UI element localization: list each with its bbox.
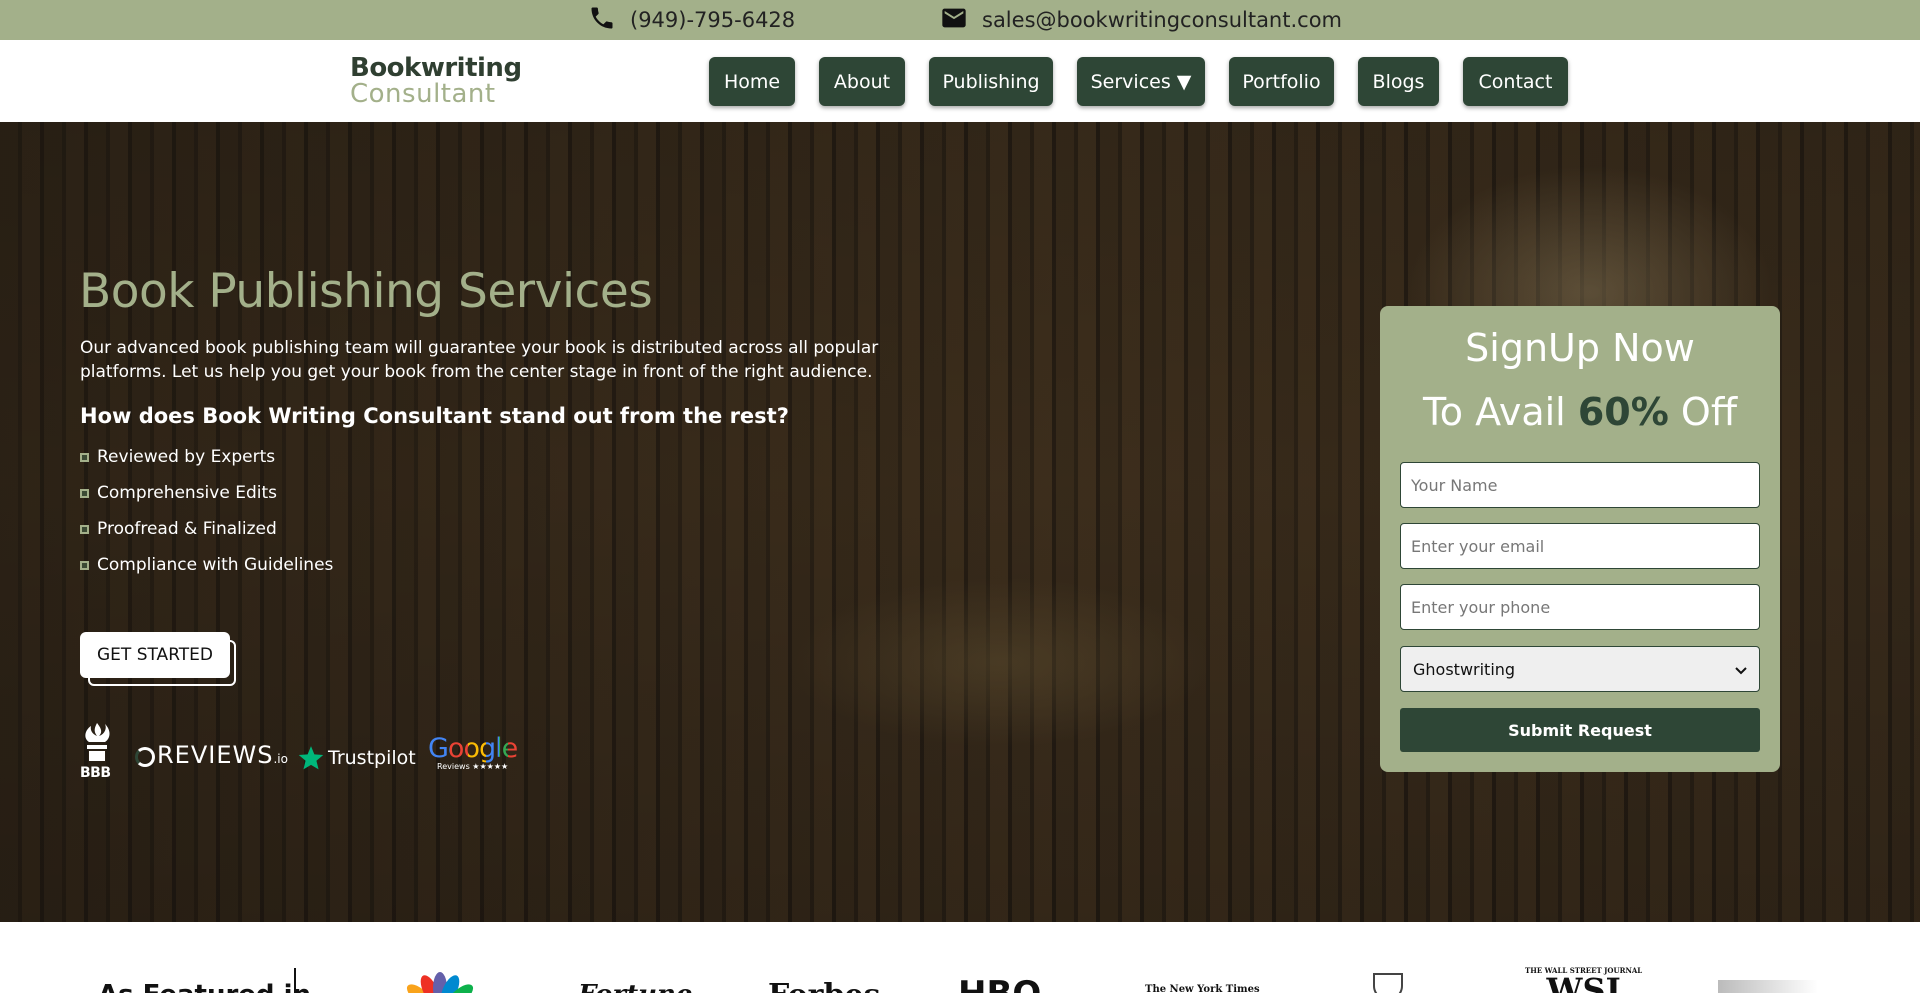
feature-label: Compliance with Guidelines	[97, 555, 334, 575]
nbc-peacock-icon	[406, 972, 474, 993]
reviews-text: REVIEWS	[157, 741, 274, 769]
hero-title: Book Publishing Services	[79, 264, 653, 319]
bbb-text: BBB	[80, 765, 111, 781]
signup-title: SignUp Now	[1465, 326, 1695, 370]
harvard-logo	[1370, 972, 1406, 993]
checkbox-bullet-icon	[80, 488, 89, 498]
hero-description: Our advanced book publishing team will g…	[80, 338, 879, 382]
reviews-ring-icon	[135, 747, 155, 767]
featured-divider	[294, 968, 296, 993]
hero-section: Book Publishing Services Our advanced bo…	[0, 122, 1920, 922]
nav-publishing[interactable]: Publishing	[929, 57, 1053, 106]
feature-label: Reviewed by Experts	[97, 447, 276, 467]
offer-discount: 60%	[1577, 390, 1669, 434]
nav-about[interactable]: About	[819, 57, 905, 106]
top-contact-bar: (949)-795-6428 sales@bookwritingconsulta…	[0, 0, 1920, 40]
signup-form: SignUp Now To Avail 60% Off Ghostwriting…	[1380, 306, 1780, 772]
signup-offer: To Avail 60% Off	[1380, 390, 1780, 434]
phone-input[interactable]	[1400, 584, 1760, 630]
nyt-logo: The New York Times	[1145, 984, 1260, 993]
wsj-text: WSJ	[1546, 971, 1621, 993]
site-logo[interactable]: Bookwriting Consultant	[350, 53, 522, 109]
name-input[interactable]	[1400, 462, 1760, 508]
offer-suffix: Off	[1680, 390, 1737, 434]
phone-number: (949)-795-6428	[630, 8, 796, 32]
nav-portfolio[interactable]: Portfolio	[1229, 57, 1334, 106]
submit-request-button[interactable]: Submit Request	[1400, 708, 1760, 752]
get-started-button[interactable]: GET STARTED	[80, 632, 230, 678]
service-select[interactable]: Ghostwriting	[1400, 646, 1760, 692]
nav-contact[interactable]: Contact	[1463, 57, 1568, 106]
checkbox-bullet-icon	[80, 452, 89, 462]
trustpilot-text: Trustpilot	[328, 747, 416, 769]
forbes-logo: Forbes	[768, 978, 880, 993]
reviews-suffix: .io	[273, 752, 288, 766]
feature-label: Comprehensive Edits	[97, 483, 277, 503]
nav-home[interactable]: Home	[709, 57, 795, 106]
featured-label: As Featured in	[98, 980, 311, 993]
checkbox-bullet-icon	[80, 524, 89, 534]
fortune-logo: Fortune	[578, 980, 692, 993]
service-selected-value: Ghostwriting	[1413, 659, 1516, 679]
featured-in-strip: As Featured in Fortune Forbes HBO The Ne…	[0, 922, 1920, 993]
feature-item: Reviewed by Experts	[80, 447, 275, 467]
phone-icon	[588, 4, 616, 37]
harvard-shield-icon	[1373, 973, 1403, 993]
faded-logo	[1718, 980, 1818, 993]
nav-blogs[interactable]: Blogs	[1358, 57, 1439, 106]
feature-item: Comprehensive Edits	[80, 483, 277, 503]
wsj-logo: THE WALL STREET JOURNAL WSJ	[1525, 966, 1642, 993]
google-reviews-badge[interactable]: Google Reviews ★★★★★	[428, 733, 518, 772]
bbb-badge[interactable]: BBB	[80, 723, 114, 781]
bbb-torch-icon	[85, 723, 110, 761]
email-address: sales@bookwritingconsultant.com	[982, 8, 1343, 32]
reviews-io-badge[interactable]: REVIEWS .io	[135, 741, 288, 769]
trustpilot-badge[interactable]: Trustpilot	[298, 745, 416, 771]
trustpilot-star-icon	[298, 746, 324, 770]
email-contact[interactable]: sales@bookwritingconsultant.com	[940, 0, 1342, 40]
email-input[interactable]	[1400, 523, 1760, 569]
google-sub-text: Reviews ★★★★★	[437, 762, 509, 771]
mail-icon	[940, 4, 968, 37]
get-started-wrapper: GET STARTED	[80, 632, 240, 690]
logo-bottom-text: Consultant	[350, 79, 496, 109]
checkbox-bullet-icon	[80, 560, 89, 570]
logo-top-text: Bookwriting	[350, 53, 522, 83]
google-text: Google	[428, 733, 518, 764]
phone-contact[interactable]: (949)-795-6428	[588, 0, 795, 40]
hbo-logo: HBO	[958, 974, 1041, 993]
main-navbar: Bookwriting Consultant Home About Publis…	[0, 40, 1920, 122]
nbc-logo	[398, 966, 482, 993]
hero-question: How does Book Writing Consultant stand o…	[80, 404, 789, 428]
nav-services-dropdown[interactable]: Services ▼	[1077, 57, 1205, 106]
offer-prefix: To Avail	[1423, 390, 1566, 434]
feature-item: Compliance with Guidelines	[80, 555, 333, 575]
chevron-down-icon	[1735, 660, 1747, 679]
feature-label: Proofread & Finalized	[97, 519, 277, 539]
feature-item: Proofread & Finalized	[80, 519, 277, 539]
